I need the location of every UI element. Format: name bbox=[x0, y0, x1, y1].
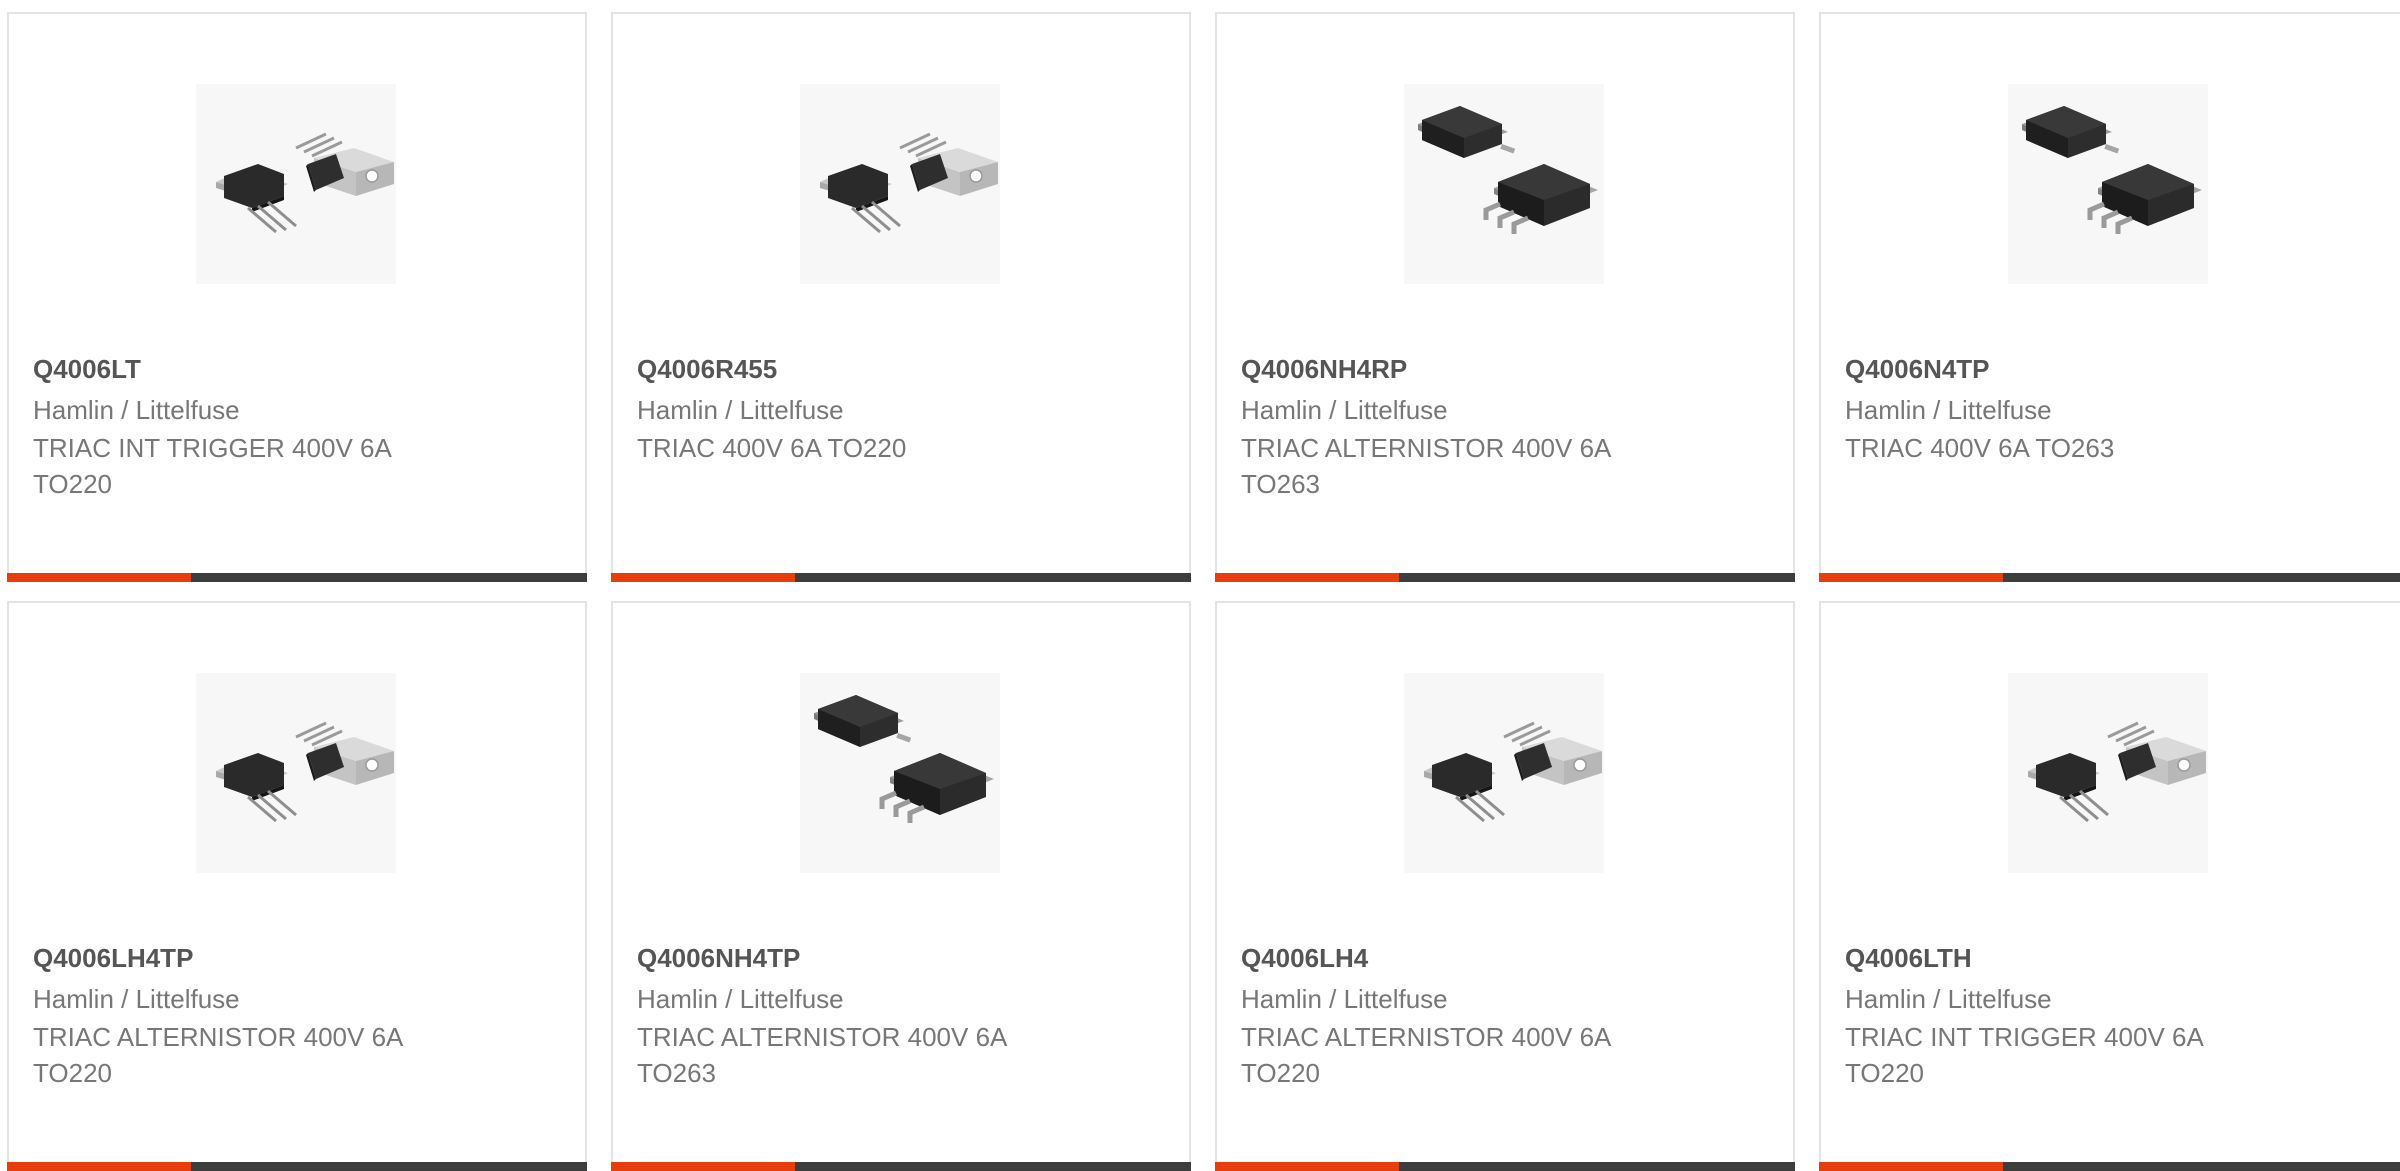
description: TRIAC ALTERNISTOR 400V 6A TO263 bbox=[1241, 433, 1610, 499]
card-accent-bar bbox=[611, 573, 1191, 582]
product-card[interactable]: Q4006NH4TP Hamlin / Littelfuse TRIAC ALT… bbox=[611, 601, 1191, 1171]
manufacturer: Hamlin / Littelfuse bbox=[1845, 395, 2052, 425]
part-number[interactable]: Q4006LH4 bbox=[1241, 943, 1368, 974]
description: TRIAC INT TRIGGER 400V 6A TO220 bbox=[33, 433, 391, 499]
part-number[interactable]: Q4006LH4TP bbox=[33, 943, 193, 974]
manufacturer: Hamlin / Littelfuse bbox=[1241, 395, 1448, 425]
accent-segment bbox=[7, 573, 191, 582]
to220-package-icon bbox=[2008, 673, 2208, 873]
manufacturer: Hamlin / Littelfuse bbox=[1845, 984, 2052, 1014]
part-number[interactable]: Q4006N4TP bbox=[1845, 354, 1990, 385]
to220-package-icon bbox=[1404, 673, 1604, 873]
product-card[interactable]: Q4006LH4 Hamlin / Littelfuse TRIAC ALTER… bbox=[1215, 601, 1795, 1171]
manufacturer: Hamlin / Littelfuse bbox=[33, 395, 240, 425]
part-number[interactable]: Q4006LTH bbox=[1845, 943, 1972, 974]
description: TRIAC ALTERNISTOR 400V 6A TO220 bbox=[33, 1022, 402, 1088]
part-number[interactable]: Q4006NH4TP bbox=[637, 943, 800, 974]
product-card[interactable]: Q4006R455 Hamlin / Littelfuse TRIAC 400V… bbox=[611, 12, 1191, 582]
card-accent-bar bbox=[7, 573, 587, 582]
to220-package-icon bbox=[196, 84, 396, 284]
product-card[interactable]: Q4006N4TP Hamlin / Littelfuse TRIAC 400V… bbox=[1819, 12, 2400, 582]
product-card[interactable]: Q4006LT Hamlin / Littelfuse TRIAC INT TR… bbox=[7, 12, 587, 582]
to220-package-icon bbox=[196, 673, 396, 873]
description: TRIAC 400V 6A TO263 bbox=[1845, 433, 2115, 463]
to263-package-icon bbox=[1404, 84, 1604, 284]
part-number[interactable]: Q4006LT bbox=[33, 354, 141, 385]
to263-package-icon bbox=[800, 673, 1000, 873]
accent-segment bbox=[1819, 573, 2003, 582]
product-card[interactable]: Q4006NH4RP Hamlin / Littelfuse TRIAC ALT… bbox=[1215, 12, 1795, 582]
to263-package-icon bbox=[2008, 84, 2208, 284]
part-number[interactable]: Q4006R455 bbox=[637, 354, 777, 385]
to220-package-icon bbox=[800, 84, 1000, 284]
description: TRIAC ALTERNISTOR 400V 6A TO263 bbox=[637, 1022, 1006, 1088]
product-grid: Q4006LT Hamlin / Littelfuse TRIAC INT TR… bbox=[0, 0, 2400, 1171]
description: TRIAC ALTERNISTOR 400V 6A TO220 bbox=[1241, 1022, 1610, 1088]
accent-segment bbox=[611, 573, 795, 582]
manufacturer: Hamlin / Littelfuse bbox=[1241, 984, 1448, 1014]
description: TRIAC 400V 6A TO220 bbox=[637, 433, 907, 463]
card-accent-bar bbox=[1215, 573, 1795, 582]
manufacturer: Hamlin / Littelfuse bbox=[637, 984, 844, 1014]
product-card[interactable]: Q4006LH4TP Hamlin / Littelfuse TRIAC ALT… bbox=[7, 601, 587, 1171]
accent-segment bbox=[1215, 573, 1399, 582]
part-number[interactable]: Q4006NH4RP bbox=[1241, 354, 1407, 385]
description: TRIAC INT TRIGGER 400V 6A TO220 bbox=[1845, 1022, 2203, 1088]
product-card[interactable]: Q4006LTH Hamlin / Littelfuse TRIAC INT T… bbox=[1819, 601, 2400, 1171]
manufacturer: Hamlin / Littelfuse bbox=[33, 984, 240, 1014]
manufacturer: Hamlin / Littelfuse bbox=[637, 395, 844, 425]
card-accent-bar bbox=[1819, 573, 2400, 582]
